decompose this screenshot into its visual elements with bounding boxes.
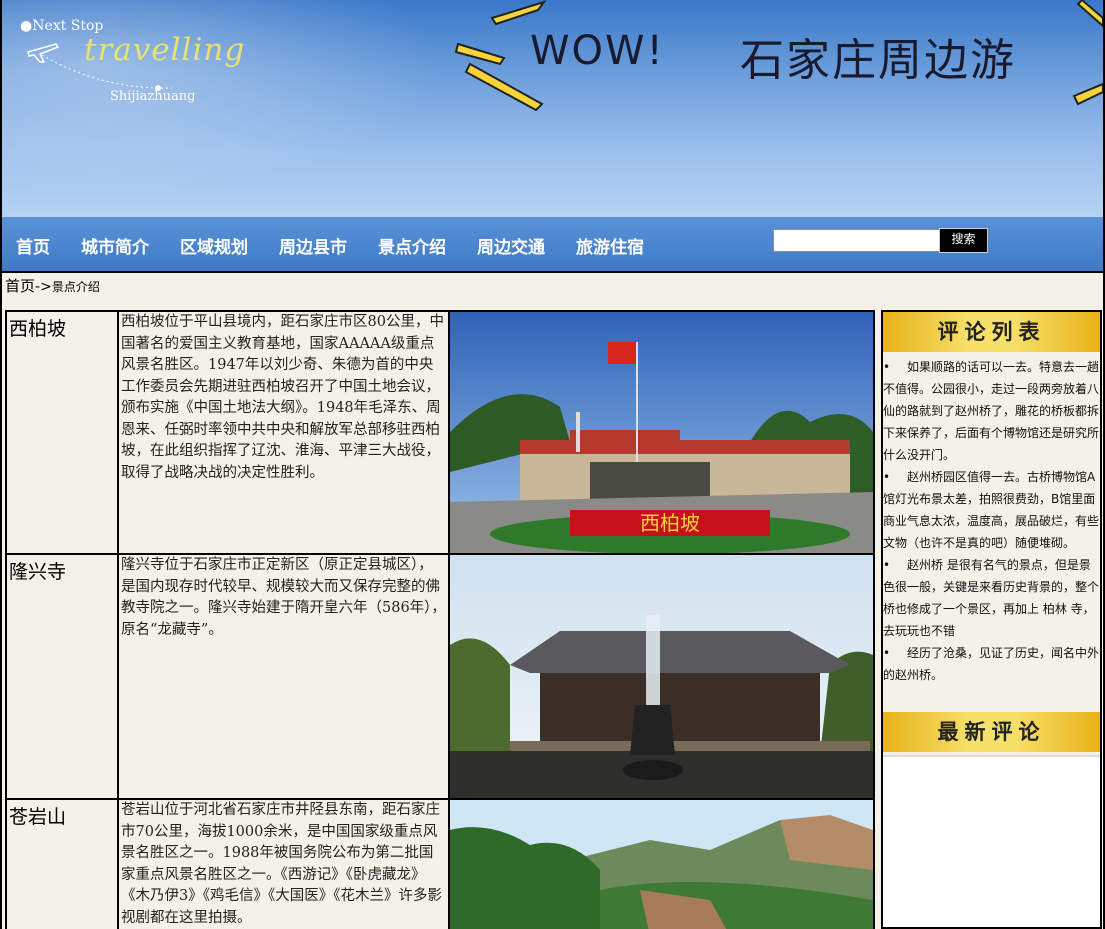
nav-menu: 首页 城市简介 区域规划 周边县市 景点介绍 周边交通 旅游住宿 xyxy=(16,233,675,258)
spot-name-cell: 西柏坡 xyxy=(5,310,119,555)
spot-description-cell: 苍岩山位于河北省石家庄市井陉县东南，距石家庄市70公里，海拔1000余米，是中国… xyxy=(117,798,450,929)
spot-name-cell: 隆兴寺 xyxy=(5,553,119,800)
logo-city: Shijiazhuang xyxy=(110,89,196,104)
spot-description: 苍岩山位于河北省石家庄市井陉县东南，距石家庄市70公里，海拔1000余米，是中国… xyxy=(121,802,442,926)
spot-description: 西柏坡位于平山县境内，距石家庄市区80公里，中国著名的爱国主义教育基地，国家AA… xyxy=(121,314,444,481)
list-item: • 赵州桥园区值得一去。古桥博物馆A馆灯光布景太差，拍照很费劲，B馆里面商业气息太… xyxy=(883,466,1100,554)
breadcrumb-separator: -> xyxy=(35,279,52,295)
spot-description-cell: 隆兴寺位于石家庄市正定新区（原正定县城区），是国内现存时代较早、规模较大而又保存… xyxy=(117,553,450,800)
banner-headline: 石家庄周边游 xyxy=(740,35,1016,86)
nav-item-attractions[interactable]: 景点介绍 xyxy=(378,233,446,258)
list-item: • 如果顺路的话可以一去。特意去一趟不值得。公园很小，走过一段两旁放着八仙的路就到… xyxy=(883,356,1100,466)
nav-item-nearby-counties[interactable]: 周边县市 xyxy=(279,233,347,258)
latest-comments-title: 最新评论 xyxy=(883,712,1100,752)
search-input[interactable] xyxy=(773,229,943,252)
breadcrumb-current: 景点介绍 xyxy=(51,280,100,294)
logo-script: travelling xyxy=(84,32,246,68)
right-burst-decoration xyxy=(1072,0,1103,106)
list-item: • 赵州桥 是很有名气的景点，但是景色很一般，关键是来看历史背景的，整个桥也修成了… xyxy=(883,554,1100,642)
spot-name: 隆兴寺 xyxy=(9,561,67,583)
spot-name: 苍岩山 xyxy=(9,806,67,828)
banner-wow: WOW! xyxy=(530,28,665,74)
photo-sign-text: 西柏坡 xyxy=(640,511,700,535)
comment-text: 如果顺路的话可以一去。特意去一趟不值得。公园很小，走过一段两旁放着八仙的路就到了… xyxy=(883,360,1100,462)
nav-item-city-intro[interactable]: 城市简介 xyxy=(81,233,149,258)
main-nav: 首页 城市简介 区域规划 周边县市 景点介绍 周边交通 旅游住宿 搜索 xyxy=(2,217,1103,273)
breadcrumb-home[interactable]: 首页 xyxy=(5,277,35,295)
comment-text: 赵州桥 是很有名气的景点，但是景色很一般，关键是来看历史背景的，整个桥也修成了一… xyxy=(883,558,1100,638)
spot-name-cell: 苍岩山 xyxy=(5,798,119,929)
header-banner: ●Next Stop travelling Shijiazhuang WOW! … xyxy=(2,0,1103,217)
bullet-icon: • xyxy=(883,646,891,660)
longxing-photo xyxy=(450,555,873,798)
comments-title: 评论列表 xyxy=(883,312,1100,352)
spot-photo-xibaipo: 西柏坡 xyxy=(448,310,875,555)
bullet-icon: • xyxy=(883,360,891,374)
nav-item-home[interactable]: 首页 xyxy=(16,233,50,258)
search-button[interactable]: 搜索 xyxy=(939,228,988,253)
nav-item-lodging[interactable]: 旅游住宿 xyxy=(576,233,644,258)
cangyan-photo xyxy=(450,800,873,929)
latest-comments-box xyxy=(883,755,1100,927)
comments-sidebar: 评论列表 • 如果顺路的话可以一去。特意去一趟不值得。公园很小，走过一段两旁放着八… xyxy=(881,310,1102,929)
bullet-icon: • xyxy=(883,558,891,572)
comment-list: • 如果顺路的话可以一去。特意去一趟不值得。公园很小，走过一段两旁放着八仙的路就到… xyxy=(883,352,1100,686)
spot-name: 西柏坡 xyxy=(9,318,67,340)
spot-description: 隆兴寺位于石家庄市正定新区（原正定县城区），是国内现存时代较早、规模较大而又保存… xyxy=(121,557,446,638)
xibaipo-photo: 西柏坡 xyxy=(450,312,873,553)
bullet-icon: • xyxy=(883,470,891,484)
breadcrumb: 首页->景点介绍 xyxy=(5,275,100,296)
comment-text: 经历了沧桑，见证了历史，闻名中外的赵州桥。 xyxy=(883,646,1100,682)
spot-photo-cangyan xyxy=(448,798,875,929)
nav-item-transport[interactable]: 周边交通 xyxy=(477,233,545,258)
nav-item-regional-planning[interactable]: 区域规划 xyxy=(180,233,248,258)
comment-text: 赵州桥园区值得一去。古桥博物馆A馆灯光布景太差，拍照很费劲，B馆里面商业气息太浓… xyxy=(883,470,1100,550)
list-item: • 经历了沧桑，见证了历史，闻名中外的赵州桥。 xyxy=(883,642,1100,686)
page: ●Next Stop travelling Shijiazhuang WOW! … xyxy=(0,0,1105,929)
spot-photo-longxing xyxy=(448,553,875,800)
spot-description-cell: 西柏坡位于平山县境内，距石家庄市区80公里，中国著名的爱国主义教育基地，国家AA… xyxy=(117,310,450,555)
